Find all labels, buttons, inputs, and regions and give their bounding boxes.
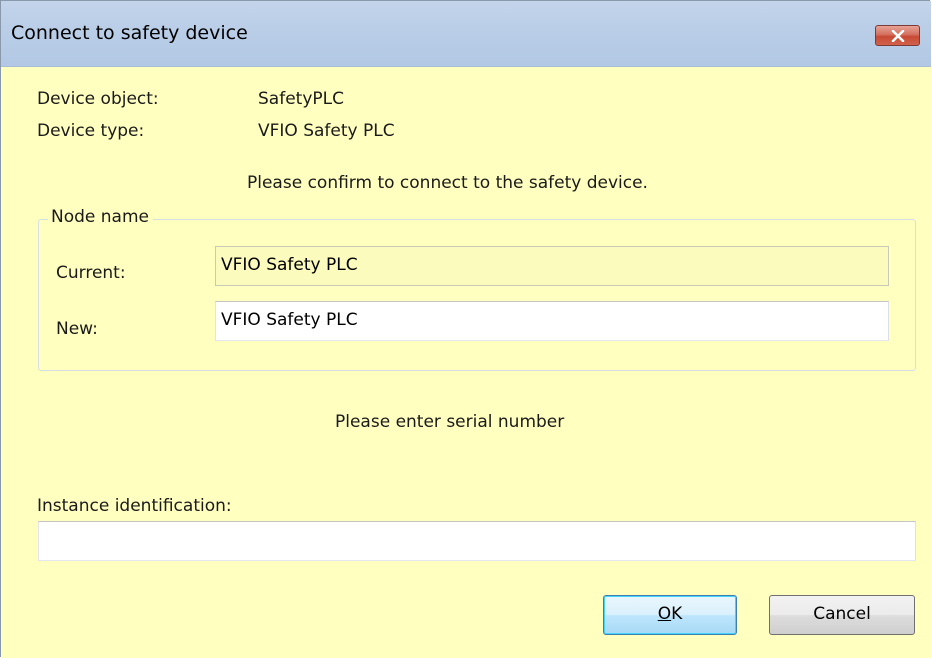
ok-button-label-rest: K [671,604,683,624]
instance-identification-input[interactable] [38,521,916,561]
device-object-label: Device object: [37,89,159,109]
cancel-button-label: Cancel [813,604,871,624]
confirm-message: Please confirm to connect to the safety … [247,173,648,193]
device-object-value: SafetyPLC [258,89,344,109]
serial-number-prompt: Please enter serial number [335,412,565,432]
current-node-name-field: VFIO Safety PLC [215,246,889,286]
ok-button[interactable]: OK [603,595,737,635]
cancel-button[interactable]: Cancel [769,595,915,635]
node-name-group [38,219,916,371]
instance-identification-label: Instance identification: [37,496,232,516]
title-bar[interactable]: Connect to safety device [1,1,931,67]
device-type-label: Device type: [37,121,145,141]
dialog-title: Connect to safety device [11,22,248,44]
node-name-group-label: Node name [48,207,153,227]
dialog-body: Device object: SafetyPLC Device type: VF… [1,67,931,658]
ok-button-accelerator: O [657,604,672,624]
device-type-value: VFIO Safety PLC [258,121,395,141]
close-button[interactable] [875,25,920,46]
close-icon [891,30,905,42]
new-label: New: [56,319,98,339]
dialog-window: Connect to safety device Device object: … [0,0,931,658]
current-label: Current: [56,263,126,283]
new-node-name-input[interactable]: VFIO Safety PLC [215,301,889,341]
